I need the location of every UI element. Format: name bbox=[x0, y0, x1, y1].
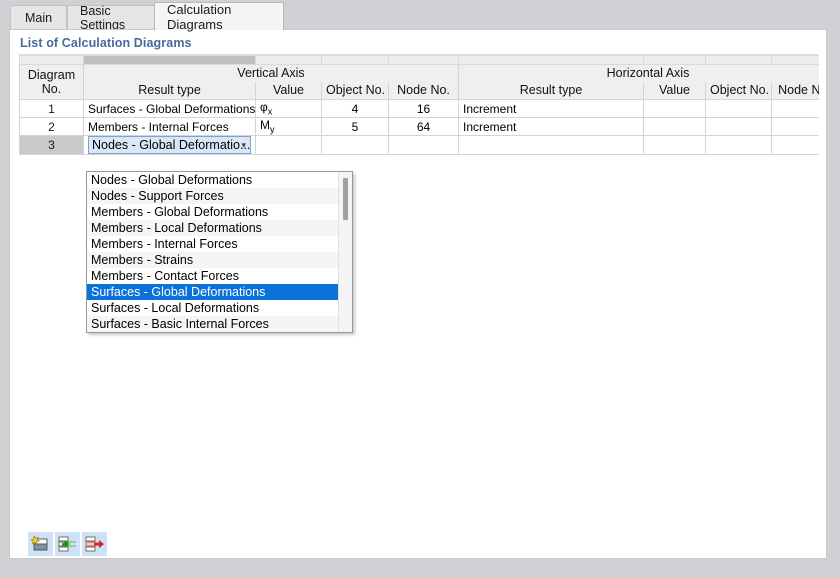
new-diagram-button[interactable] bbox=[28, 532, 53, 556]
table-row[interactable]: 2 Members - Internal Forces My 5 64 Incr… bbox=[19, 117, 819, 136]
table-group-header-row: Diagram No. Vertical Axis Horizontal Axi… bbox=[19, 64, 819, 100]
cell-vertical-value-subscript: x bbox=[267, 106, 273, 117]
window-bottom-strip bbox=[0, 563, 840, 578]
dropdown-option[interactable]: Members - Strains bbox=[87, 252, 352, 268]
tab-main[interactable]: Main bbox=[10, 5, 67, 30]
dropdown-option[interactable]: Nodes - Global Deformations bbox=[87, 172, 352, 188]
cell-vertical-value-base: φ bbox=[260, 100, 268, 115]
column-handle[interactable] bbox=[388, 55, 459, 65]
header-horizontal-object-no: Object No. bbox=[705, 81, 772, 100]
dropdown-option[interactable]: Members - Internal Forces bbox=[87, 236, 352, 252]
cell-vertical-value[interactable]: φx bbox=[255, 99, 322, 118]
dropdown-option-selected[interactable]: Surfaces - Global Deformations bbox=[87, 284, 352, 300]
column-handle[interactable] bbox=[705, 55, 772, 65]
cell-horizontal-object-no[interactable] bbox=[705, 99, 772, 118]
dropdown-scrollbar-thumb[interactable] bbox=[343, 178, 348, 220]
cell-horizontal-object-no[interactable] bbox=[705, 117, 772, 136]
cell-horizontal-value[interactable] bbox=[643, 117, 706, 136]
insert-row-icon bbox=[56, 533, 79, 555]
cell-vertical-value-subscript: y bbox=[270, 124, 275, 135]
header-vertical-result-type: Result type bbox=[83, 81, 256, 100]
row-number[interactable]: 1 bbox=[19, 99, 84, 118]
calculation-diagrams-panel: List of Calculation Diagrams Diagram No.… bbox=[9, 29, 827, 559]
result-type-dropdown-list[interactable]: Nodes - Global Deformations Nodes - Supp… bbox=[86, 171, 353, 333]
header-horizontal-node-no: Node No. bbox=[771, 81, 819, 100]
header-horizontal-result-type: Result type bbox=[458, 81, 644, 100]
delete-row-icon bbox=[83, 533, 106, 555]
cell-vertical-value-base: M bbox=[260, 118, 270, 133]
result-type-combobox-value: Nodes - Global Deformatio... bbox=[92, 138, 251, 152]
dropdown-option[interactable]: Members - Global Deformations bbox=[87, 204, 352, 220]
dropdown-option[interactable]: Members - Contact Forces bbox=[87, 268, 352, 284]
tab-calculation-diagrams[interactable]: Calculation Diagrams bbox=[154, 1, 284, 32]
tab-strip: Main Basic Settings Calculation Diagrams bbox=[0, 0, 840, 32]
cell-vertical-node-no[interactable] bbox=[388, 135, 459, 155]
tab-calculation-diagrams-label: Calculation Diagrams bbox=[167, 1, 232, 32]
column-handle[interactable] bbox=[458, 55, 644, 65]
header-vertical-value: Value bbox=[255, 81, 322, 100]
header-horizontal-value: Value bbox=[643, 81, 706, 100]
column-handle[interactable] bbox=[643, 55, 706, 65]
cell-vertical-value[interactable] bbox=[255, 135, 322, 155]
cell-vertical-object-no[interactable]: 4 bbox=[321, 99, 389, 118]
cell-horizontal-value[interactable] bbox=[643, 135, 706, 155]
dropdown-option[interactable]: Surfaces - Local Deformations bbox=[87, 300, 352, 316]
tab-basic-settings-label: Basic Settings bbox=[80, 4, 126, 32]
column-handle[interactable] bbox=[255, 55, 322, 65]
column-handle-bar bbox=[19, 55, 819, 65]
cell-vertical-object-no[interactable]: 5 bbox=[321, 117, 389, 136]
delete-row-button[interactable] bbox=[82, 532, 107, 556]
header-vertical-object-no: Object No. bbox=[321, 81, 389, 100]
column-handle[interactable] bbox=[771, 55, 819, 65]
cell-horizontal-value[interactable] bbox=[643, 99, 706, 118]
cell-horizontal-node-no[interactable] bbox=[771, 117, 819, 136]
cell-horizontal-result-type[interactable]: Increment bbox=[458, 117, 644, 136]
row-number[interactable]: 2 bbox=[19, 117, 84, 136]
tab-basic-settings[interactable]: Basic Settings bbox=[67, 4, 155, 32]
section-title: List of Calculation Diagrams bbox=[20, 36, 192, 50]
result-type-combobox[interactable]: Nodes - Global Deformatio... ▾ bbox=[83, 135, 256, 155]
cell-horizontal-object-no[interactable] bbox=[705, 135, 772, 155]
cell-horizontal-result-type[interactable] bbox=[458, 135, 644, 155]
result-type-combobox-field[interactable]: Nodes - Global Deformatio... ▾ bbox=[88, 136, 251, 154]
tab-main-label: Main bbox=[24, 11, 53, 25]
cell-vertical-node-no[interactable]: 16 bbox=[388, 99, 459, 118]
table-sub-header-row: Result type Value Object No. Node No. Re… bbox=[20, 81, 819, 100]
header-diagram-no-line2: No. bbox=[41, 82, 62, 96]
table-row[interactable]: 1 Surfaces - Global Deformations φx 4 16… bbox=[19, 99, 819, 118]
cell-vertical-object-no[interactable] bbox=[321, 135, 389, 155]
cell-vertical-value[interactable]: My bbox=[255, 117, 322, 136]
column-handle[interactable] bbox=[83, 55, 256, 65]
header-horizontal-axis: Horizontal Axis bbox=[458, 64, 819, 82]
dropdown-option[interactable]: Members - Local Deformations bbox=[87, 220, 352, 236]
table-toolbar bbox=[19, 530, 819, 558]
cell-vertical-result-type[interactable]: Members - Internal Forces bbox=[83, 117, 256, 136]
cell-horizontal-node-no[interactable] bbox=[771, 99, 819, 118]
dropdown-scrollbar[interactable] bbox=[338, 172, 352, 332]
insert-row-button[interactable] bbox=[55, 532, 80, 556]
header-diagram-no: Diagram No. bbox=[19, 64, 84, 100]
header-vertical-axis: Vertical Axis bbox=[83, 64, 459, 82]
header-diagram-no-line1: Diagram bbox=[27, 68, 76, 82]
row-number[interactable]: 3 bbox=[19, 135, 84, 155]
dropdown-option[interactable]: Surfaces - Basic Internal Forces bbox=[87, 316, 352, 332]
table-row[interactable]: 3 Nodes - Global Deformatio... ▾ bbox=[19, 135, 819, 155]
header-vertical-node-no: Node No. bbox=[388, 81, 459, 100]
cell-horizontal-node-no[interactable] bbox=[771, 135, 819, 155]
cell-horizontal-result-type[interactable]: Increment bbox=[458, 99, 644, 118]
column-handle[interactable] bbox=[321, 55, 389, 65]
cell-vertical-node-no[interactable]: 64 bbox=[388, 117, 459, 136]
column-handle[interactable] bbox=[19, 55, 84, 65]
dropdown-option[interactable]: Nodes - Support Forces bbox=[87, 188, 352, 204]
chevron-down-icon[interactable]: ▾ bbox=[241, 137, 246, 153]
new-diagram-icon bbox=[29, 533, 52, 555]
cell-vertical-result-type[interactable]: Surfaces - Global Deformations bbox=[83, 99, 256, 118]
